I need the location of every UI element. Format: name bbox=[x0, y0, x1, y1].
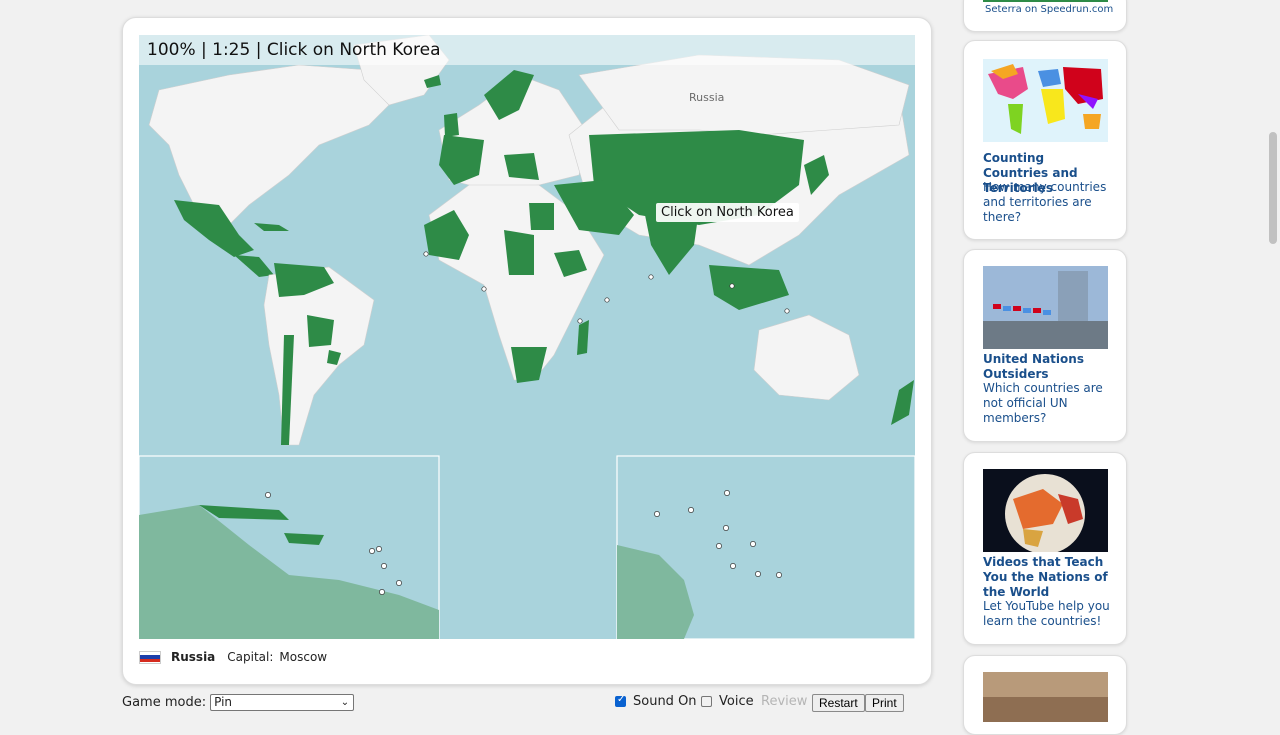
print-control: Print bbox=[865, 694, 904, 712]
game-mode-control: Game mode: Pin ⌄ bbox=[122, 694, 355, 711]
pin bbox=[481, 286, 487, 292]
pin bbox=[577, 318, 583, 324]
egypt-sudan[interactable] bbox=[529, 203, 554, 230]
restart-button[interactable]: Restart bbox=[812, 694, 865, 712]
pin bbox=[729, 283, 735, 289]
russia-flag-icon bbox=[139, 650, 161, 664]
colorful-world-map-icon bbox=[983, 59, 1108, 142]
central-africa[interactable] bbox=[504, 230, 534, 275]
pin bbox=[648, 274, 654, 280]
capital-name: Moscow bbox=[279, 650, 328, 664]
central-america[interactable] bbox=[234, 255, 274, 277]
new-zealand[interactable] bbox=[891, 380, 914, 425]
card-title[interactable]: Videos that Teach You the Nations of the… bbox=[983, 555, 1113, 600]
sidebar-card-un[interactable]: United Nations Outsiders Which countries… bbox=[963, 249, 1127, 442]
russia-map-label: Russia bbox=[689, 91, 725, 104]
sidebar-card-more[interactable] bbox=[963, 655, 1127, 735]
card-accent bbox=[983, 0, 1108, 2]
speedrun-link[interactable]: Seterra on Speedrun.com bbox=[985, 4, 1113, 15]
capital-label: Capital: bbox=[227, 650, 274, 664]
uk[interactable] bbox=[444, 113, 459, 137]
game-mode-label: Game mode: bbox=[122, 695, 207, 710]
australia[interactable] bbox=[753, 314, 860, 401]
card-description: How many countries and territories are t… bbox=[983, 180, 1107, 224]
balkans[interactable] bbox=[504, 153, 539, 180]
print-button[interactable]: Print bbox=[865, 694, 904, 712]
pin bbox=[604, 297, 610, 303]
sidebar-card-videos[interactable]: Videos that Teach You the Nations of the… bbox=[963, 452, 1127, 645]
review-label: Review bbox=[761, 694, 808, 709]
review-button[interactable]: Review bbox=[761, 694, 807, 709]
card-title[interactable]: United Nations Outsiders bbox=[983, 352, 1113, 382]
map-canvas[interactable] bbox=[139, 35, 915, 639]
sound-toggle[interactable]: Sound On bbox=[615, 694, 697, 709]
country-info-row: Russia Capital: Moscow bbox=[139, 648, 327, 666]
bolivia[interactable] bbox=[307, 315, 334, 347]
sound-label: Sound On bbox=[633, 694, 697, 709]
chevron-down-icon: ⌄ bbox=[340, 697, 350, 708]
sidebar-card-counting[interactable]: Counting Countries and Territories How m… bbox=[963, 40, 1127, 240]
restart-control: Restart bbox=[812, 694, 865, 712]
scrollbar-thumb[interactable] bbox=[1269, 132, 1277, 244]
score-timer-prompt: 100% | 1:25 | Click on North Korea bbox=[139, 35, 915, 65]
globe-icon bbox=[983, 469, 1108, 552]
southeast-asia[interactable] bbox=[709, 265, 789, 310]
cursor-tooltip: Click on North Korea bbox=[656, 203, 799, 222]
sound-checkbox[interactable] bbox=[615, 694, 626, 707]
un-headquarters-icon bbox=[983, 266, 1108, 349]
cuba[interactable] bbox=[254, 223, 289, 231]
pin bbox=[423, 251, 429, 257]
country-name: Russia bbox=[171, 650, 216, 664]
voice-label: Voice bbox=[719, 694, 754, 709]
russia[interactable] bbox=[578, 54, 910, 136]
pin bbox=[784, 308, 790, 314]
world-map[interactable]: Russia 100% | 1:25 | Click on North Kore… bbox=[139, 35, 915, 639]
game-mode-value: Pin bbox=[214, 695, 233, 709]
game-mode-select[interactable]: Pin ⌄ bbox=[210, 694, 355, 711]
southern-africa[interactable] bbox=[511, 347, 547, 383]
city-image-icon bbox=[983, 672, 1108, 722]
madagascar[interactable] bbox=[577, 320, 589, 355]
voice-checkbox[interactable] bbox=[701, 696, 712, 707]
card-description: Which countries are not official UN memb… bbox=[983, 381, 1103, 425]
voice-toggle[interactable]: Voice bbox=[701, 694, 754, 709]
page-scrollbar[interactable] bbox=[1266, 0, 1280, 720]
card-description: Let YouTube help you learn the countries… bbox=[983, 599, 1110, 628]
